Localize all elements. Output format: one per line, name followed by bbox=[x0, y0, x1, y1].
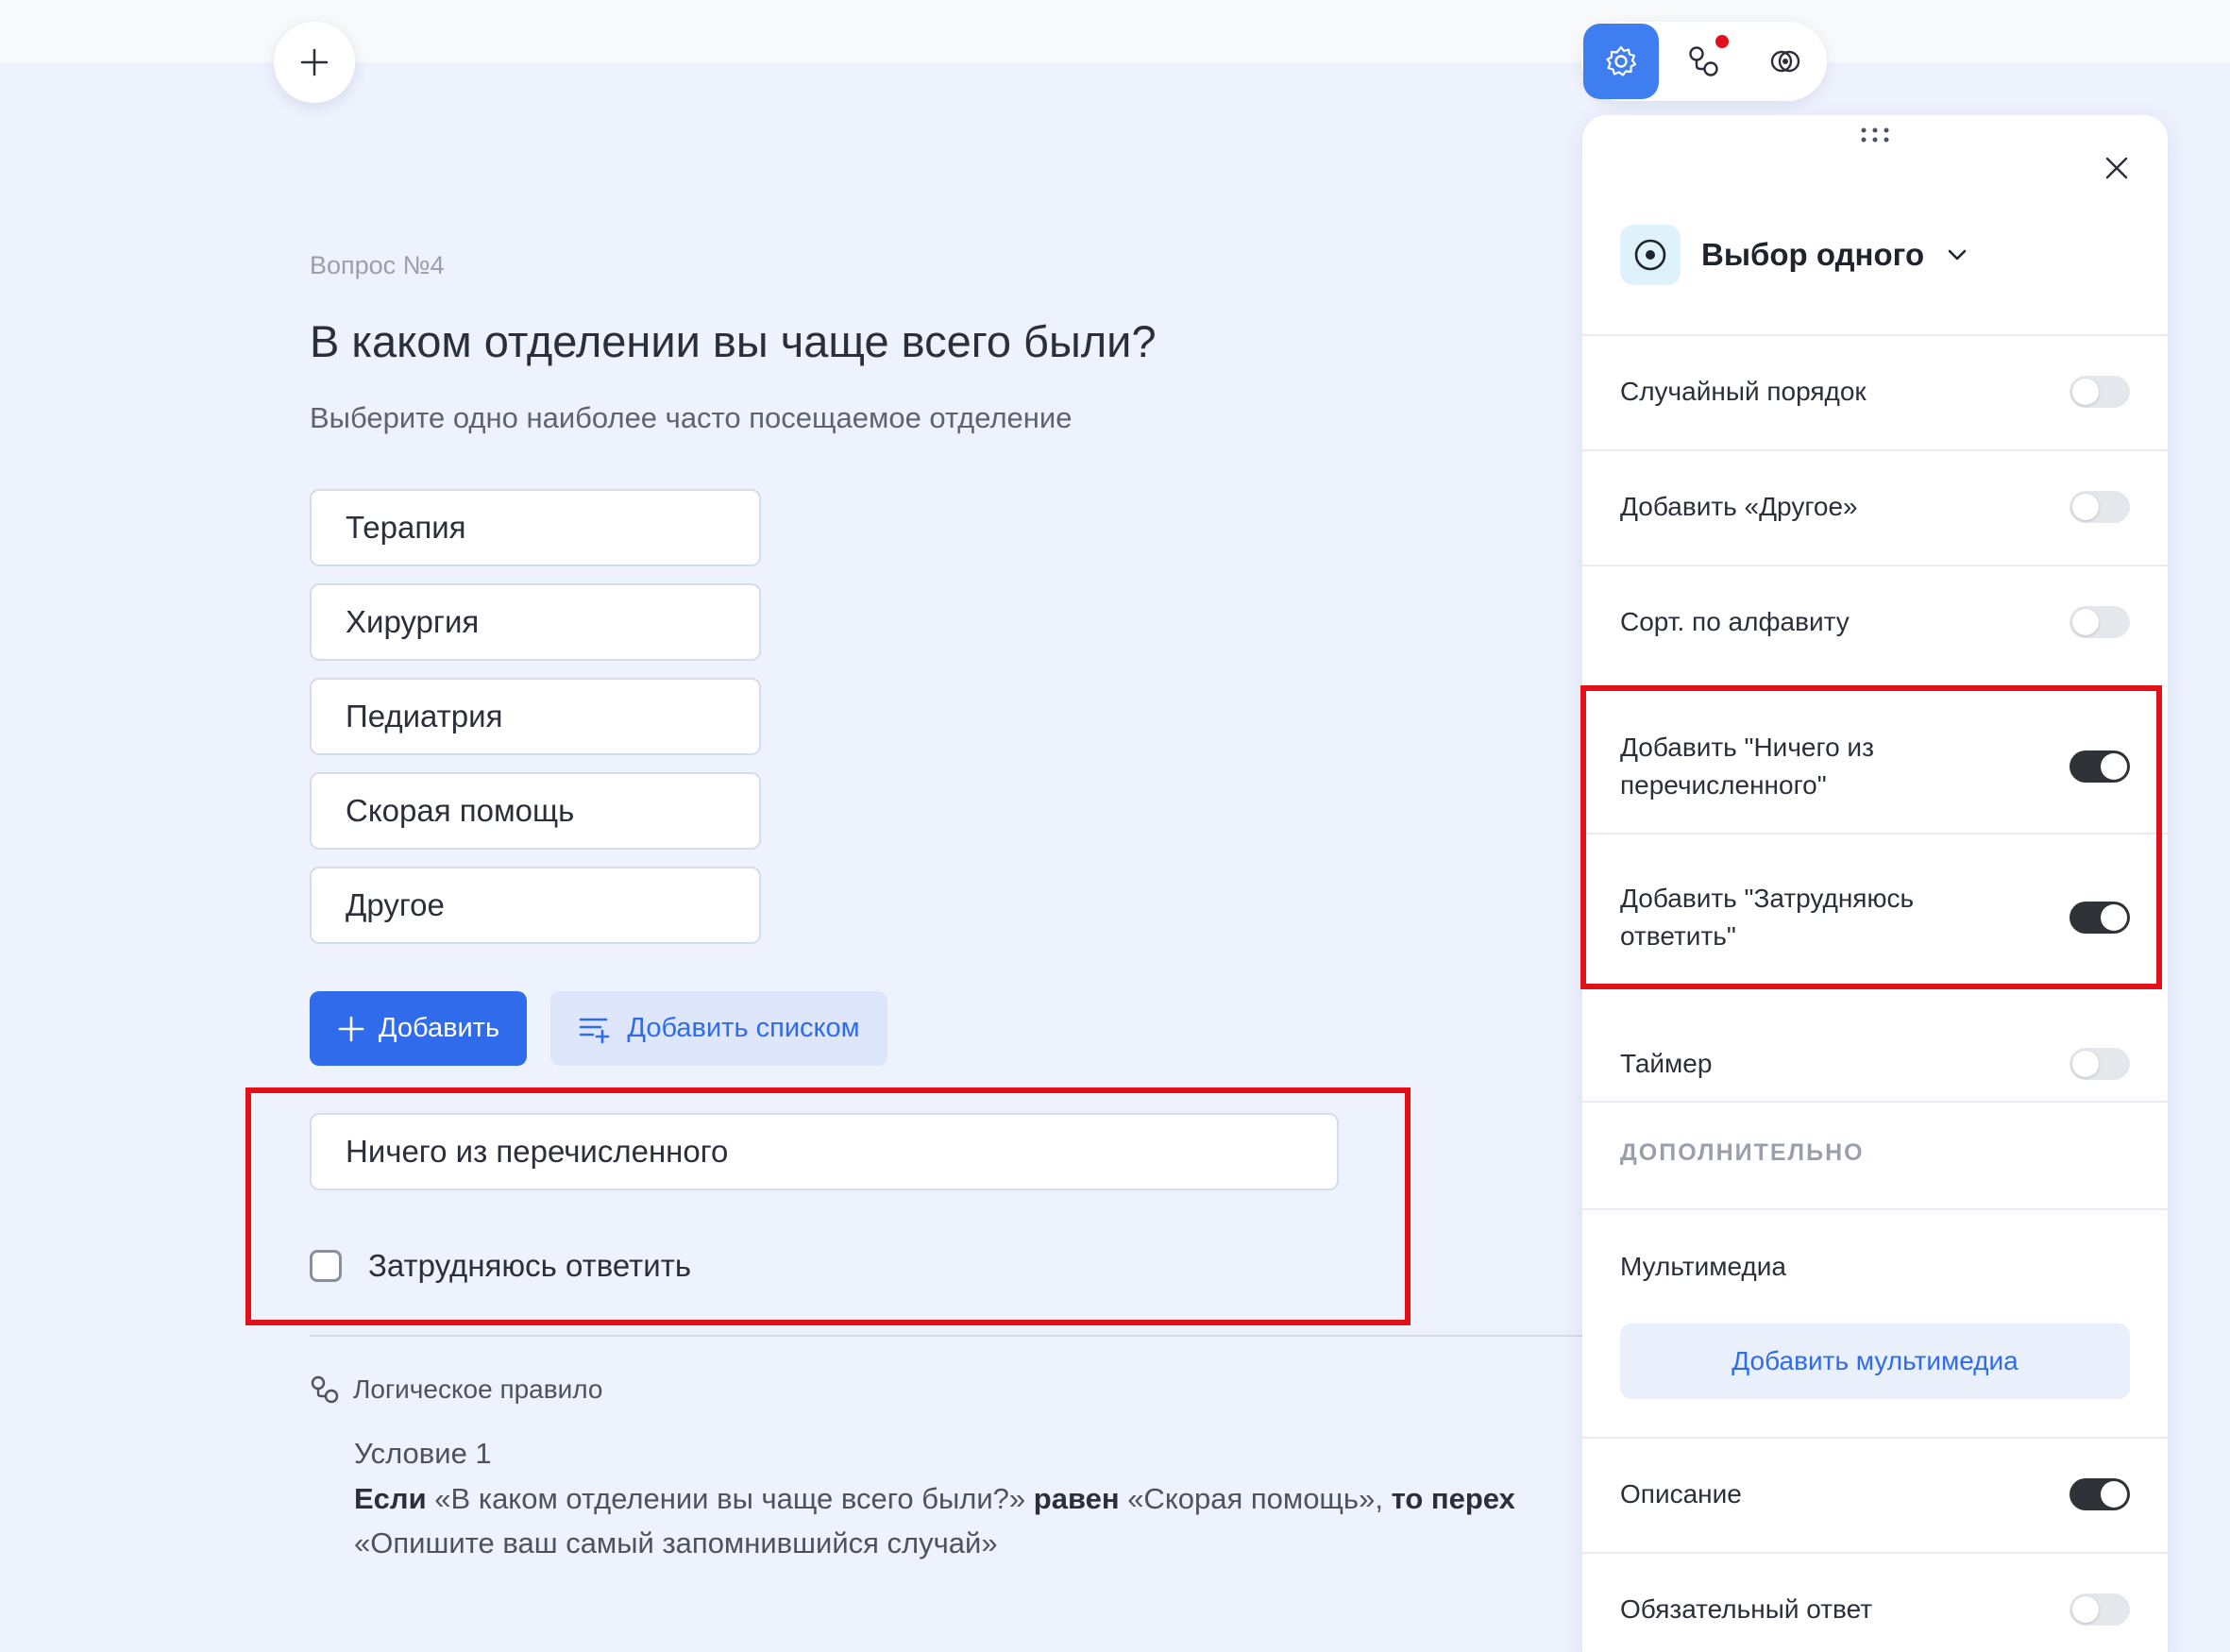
option-input[interactable]: Терапия bbox=[310, 489, 761, 566]
plus-icon bbox=[338, 1016, 364, 1041]
none-of-the-above-input[interactable]: Ничего из перечисленного bbox=[310, 1113, 1339, 1190]
logic-rule-header: Логическое правило bbox=[310, 1374, 603, 1405]
separator bbox=[1582, 833, 2168, 834]
setting-label: Случайный порядок bbox=[1620, 377, 1867, 406]
section-extra-title: ДОПОЛНИТЕЛЬНО bbox=[1620, 1139, 1865, 1166]
toggle-sort-alphabet[interactable] bbox=[2070, 606, 2130, 638]
logic-icon bbox=[1689, 46, 1718, 76]
question-title[interactable]: В каком отделении вы чаще всего были? bbox=[310, 315, 1157, 367]
setting-label: Добавить «Другое» bbox=[1620, 492, 1858, 521]
add-multimedia-button[interactable]: Добавить мультимедиа bbox=[1620, 1323, 2130, 1399]
toggle-timer[interactable] bbox=[2070, 1048, 2130, 1080]
question-description[interactable]: Выберите одно наиболее часто посещаемое … bbox=[310, 401, 1072, 435]
tab-settings[interactable] bbox=[1583, 24, 1659, 99]
setting-add-other: Добавить «Другое» bbox=[1582, 449, 2168, 565]
then-word: то перех bbox=[1391, 1482, 1515, 1515]
setting-description: Описание bbox=[1582, 1437, 2168, 1552]
if-word: Если bbox=[354, 1482, 427, 1515]
equals-word: равен bbox=[1033, 1482, 1120, 1515]
drag-handle-icon[interactable] bbox=[1858, 125, 1892, 147]
toggle-required[interactable] bbox=[2070, 1593, 2130, 1626]
if-subject: «В каком отделении вы чаще всего были?» bbox=[434, 1482, 1026, 1515]
separator bbox=[1582, 1208, 2168, 1210]
separator bbox=[1582, 1101, 2168, 1103]
gear-icon bbox=[1606, 45, 1637, 76]
logic-rule-title: Логическое правило bbox=[353, 1374, 603, 1404]
toggle-add-other[interactable] bbox=[2070, 491, 2130, 523]
toggle-random-order[interactable] bbox=[2070, 376, 2130, 408]
tab-preview[interactable] bbox=[1748, 24, 1823, 99]
logic-icon bbox=[311, 1375, 339, 1404]
question-type-dropdown[interactable]: Выбор одного bbox=[1620, 225, 1969, 285]
question-type-label: Выбор одного bbox=[1701, 237, 1925, 272]
setting-none-of-listed: Добавить "Ничего из перечисленного" bbox=[1582, 691, 2168, 842]
preview-icon bbox=[1770, 50, 1800, 73]
add-option-button[interactable]: Добавить bbox=[310, 991, 527, 1066]
add-option-label: Добавить bbox=[378, 1013, 500, 1043]
setting-label: Добавить "Затрудняюсь ответить" bbox=[1620, 884, 1915, 951]
toggle-description[interactable] bbox=[2070, 1478, 2130, 1510]
setting-label: Описание bbox=[1620, 1479, 1742, 1509]
radio-type-icon bbox=[1620, 225, 1681, 285]
question-number: Вопрос №4 bbox=[310, 251, 445, 279]
add-list-button[interactable]: Добавить списком bbox=[550, 991, 887, 1066]
setting-label: Сорт. по алфавиту bbox=[1620, 607, 1850, 636]
close-icon[interactable] bbox=[2100, 151, 2134, 185]
panel-tabbar bbox=[1581, 22, 1827, 101]
plus-icon bbox=[300, 48, 329, 76]
setting-label: Добавить "Ничего из перечисленного" bbox=[1620, 733, 1874, 800]
option-input[interactable]: Скорая помощь bbox=[310, 772, 761, 850]
condition-text: Если «В каком отделении вы чаще всего бы… bbox=[354, 1482, 1581, 1516]
setting-label: Обязательный ответ bbox=[1620, 1594, 1873, 1624]
chevron-down-icon bbox=[1948, 249, 1967, 261]
add-list-label: Добавить списком bbox=[627, 1013, 860, 1043]
toggle-none-of-listed[interactable] bbox=[2070, 750, 2130, 783]
setting-sort-alphabet: Сорт. по алфавиту bbox=[1582, 565, 2168, 680]
divider bbox=[310, 1335, 1584, 1337]
settings-panel: Выбор одного Случайный порядок Добавить … bbox=[1582, 115, 2168, 1652]
tab-logic[interactable] bbox=[1666, 24, 1742, 99]
option-input[interactable]: Педиатрия bbox=[310, 678, 761, 755]
setting-required: Обязательный ответ bbox=[1582, 1552, 2168, 1652]
setting-timer: Таймер bbox=[1582, 1006, 2168, 1121]
hard-to-answer-label: Затрудняюсь ответить bbox=[368, 1248, 692, 1283]
toggle-hard-to-answer[interactable] bbox=[2070, 902, 2130, 934]
equals-value: «Скорая помощь», bbox=[1127, 1482, 1383, 1515]
hard-to-answer-row[interactable]: Затрудняюсь ответить bbox=[310, 1248, 691, 1284]
hard-to-answer-checkbox[interactable] bbox=[310, 1250, 342, 1282]
list-add-icon bbox=[580, 1018, 610, 1043]
condition-target: «Опишите ваш самый запомнившийся случай» bbox=[354, 1526, 998, 1559]
option-input[interactable]: Хирургия bbox=[310, 583, 761, 661]
condition-title: Условие 1 bbox=[354, 1437, 492, 1470]
multimedia-label: Мультимедиа bbox=[1620, 1252, 1786, 1281]
setting-random-order: Случайный порядок bbox=[1582, 334, 2168, 449]
add-question-button[interactable] bbox=[274, 22, 355, 103]
setting-label: Таймер bbox=[1620, 1049, 1713, 1078]
setting-hard-to-answer: Добавить "Затрудняюсь ответить" bbox=[1582, 842, 2168, 993]
notification-dot bbox=[1715, 35, 1729, 48]
option-input[interactable]: Другое bbox=[310, 867, 761, 944]
